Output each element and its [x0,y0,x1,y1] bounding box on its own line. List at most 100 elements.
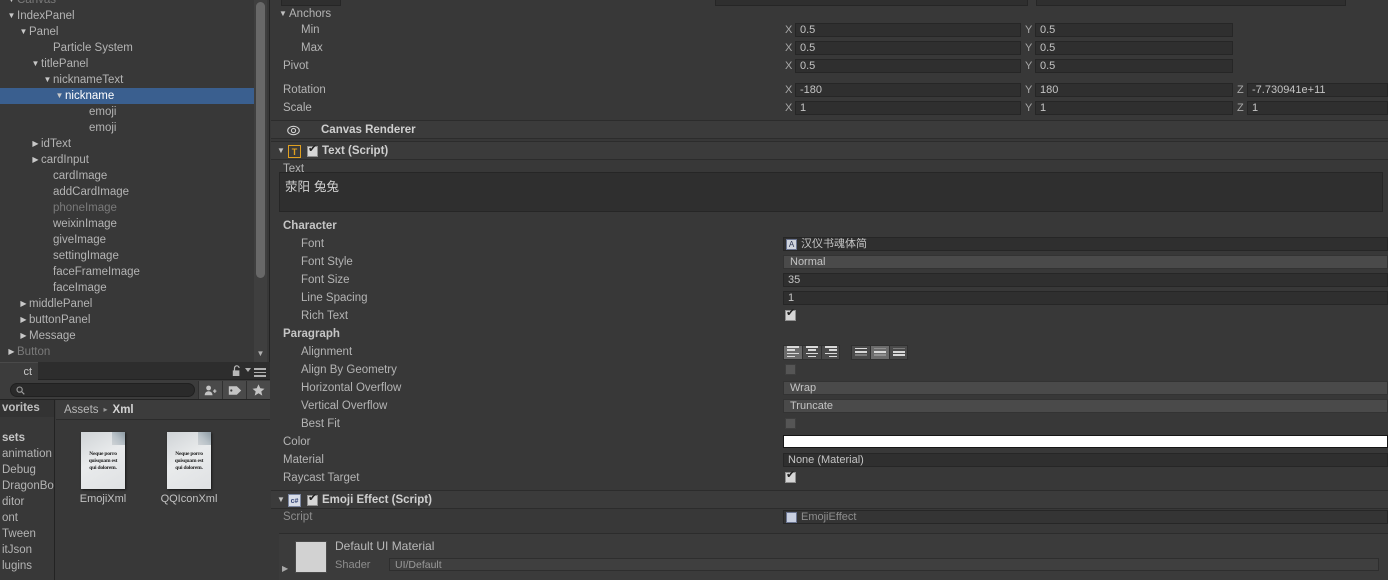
pivot-y-field[interactable]: 0.5 [1035,59,1233,73]
hierarchy-item-faceframeimage[interactable]: faceFrameImage [0,264,255,280]
chevron-down-icon[interactable]: ▼ [18,24,29,40]
hierarchy-item-giveimage[interactable]: giveImage [0,232,255,248]
folder-item-ont[interactable]: ont [0,510,54,526]
hierarchy-item-emoji[interactable]: emoji [0,120,255,136]
hierarchy-item-cardimage[interactable]: cardImage [0,168,255,184]
best-fit-checkbox[interactable] [785,418,796,429]
hierarchy-item-nickname[interactable]: ▼ nickname [0,88,255,104]
align-top-button[interactable] [851,345,870,360]
filter-by-label-button[interactable] [222,381,246,399]
chevron-down-icon[interactable]: ▼ [6,0,17,8]
chevron-down-icon[interactable]: ▼ [54,88,65,104]
align-bottom-button[interactable] [889,345,908,360]
hierarchy-item-cardinput[interactable]: ▶ cardInput [0,152,255,168]
asset-tile[interactable]: Neque porro quisquam est qui dolorem. Emoji… [74,432,132,505]
horizontal-overflow-dropdown[interactable]: Wrap [783,381,1388,395]
chevron-down-icon[interactable]: ▼ [42,72,53,88]
scale-y-field[interactable]: 1 [1035,101,1233,115]
chevron-down-icon[interactable]: ▼ [6,8,17,24]
asset-tile[interactable]: Neque porro quisquam est qui dolorem. QQIco… [160,432,218,505]
font-size-field[interactable]: 35 [783,273,1388,287]
chevron-down-icon[interactable]: ▼ [30,56,41,72]
folder-item-sets[interactable]: sets [0,430,54,446]
vertical-overflow-dropdown[interactable]: Truncate [783,399,1388,413]
folder-item-debug[interactable]: Debug [0,462,54,478]
align-middle-button[interactable] [870,345,889,360]
lock-open-icon[interactable] [232,365,242,377]
hierarchy-item-panel[interactable]: ▼ Panel [0,24,255,40]
chevron-right-icon[interactable]: ▶ [18,296,29,312]
folder-item-dragonbon[interactable]: DragonBon [0,478,54,494]
hierarchy-item-button[interactable]: ▶ Button [0,344,255,360]
min-x-field[interactable]: 0.5 [795,23,1021,37]
component-text-script[interactable]: ▼ T Text (Script) [271,141,1388,160]
favorites-star-button[interactable] [246,381,270,399]
pivot-x-field[interactable]: 0.5 [795,59,1021,73]
hierarchy-item-faceimage[interactable]: faceImage [0,280,255,296]
hierarchy-scrollbar[interactable]: ▼ [254,0,267,362]
hierarchy-item-buttonpanel[interactable]: ▶ buttonPanel [0,312,255,328]
chevron-right-icon[interactable]: ▶ [18,312,29,328]
hierarchy-item-canvas[interactable]: ▼Canvas [0,0,255,8]
folder-item-lugins[interactable]: lugins [0,558,54,574]
filter-by-person-button[interactable] [198,381,222,399]
hierarchy-item-emoji[interactable]: emoji [0,104,255,120]
hierarchy-item-indexpanel[interactable]: ▼ IndexPanel [0,8,255,24]
text-enabled-checkbox[interactable] [307,144,318,157]
alignment-horizontal-group[interactable] [783,345,840,360]
hierarchy-item-titlepanel[interactable]: ▼ titlePanel [0,56,255,72]
chevron-right-icon[interactable]: ▶ [6,344,17,360]
chevron-right-icon[interactable]: ▶ [30,152,41,168]
align-center-button[interactable] [802,345,821,360]
font-field[interactable]: 汉仪书魂体简 [783,237,1388,251]
hierarchy-scrollbar-thumb[interactable] [256,2,265,278]
hierarchy-item-message[interactable]: ▶ Message [0,328,255,344]
tab-project[interactable]: ct [0,362,38,380]
folder-item-tween[interactable]: Tween [0,526,54,542]
scale-x-field[interactable]: 1 [795,101,1021,115]
hierarchy-list[interactable]: ▼Canvas▼IndexPanel▼PanelParticle System▼… [0,0,255,362]
search-field[interactable] [10,383,195,397]
min-y-field[interactable]: 0.5 [1035,23,1233,37]
max-y-field[interactable]: 0.5 [1035,41,1233,55]
rich-text-checkbox[interactable] [785,308,796,321]
emoji-effect-enabled-checkbox[interactable] [307,493,318,506]
folder-item-ditor[interactable]: ditor [0,494,54,510]
component-emoji-effect[interactable]: ▼ c# Emoji Effect (Script) [271,490,1388,509]
material-object-field[interactable]: None (Material) [783,453,1388,467]
font-style-dropdown[interactable]: Normal [783,255,1388,269]
folder-tree-list[interactable]: sets animation Debug DragonBon ditor ont Tween… [0,430,54,574]
hierarchy-item-particle-system[interactable]: Particle System [0,40,255,56]
scale-z-field[interactable]: 1 [1247,101,1388,115]
color-swatch[interactable] [783,435,1388,448]
rotation-y-field[interactable]: 180 [1035,83,1233,97]
hierarchy-item-addcardimage[interactable]: addCardImage [0,184,255,200]
rotation-z-field[interactable]: -7.730941e+11 [1247,83,1388,97]
hierarchy-item-middlepanel[interactable]: ▶ middlePanel [0,296,255,312]
folder-item-animation[interactable]: animation [0,446,54,462]
scroll-down-icon[interactable]: ▼ [255,349,266,358]
hamburger-menu-icon[interactable] [245,366,266,377]
chevron-down-icon-emoji[interactable]: ▼ [277,491,285,509]
search-input[interactable] [28,384,178,396]
line-spacing-field[interactable]: 1 [783,291,1388,305]
chevron-right-icon[interactable]: ▶ [30,136,41,152]
component-canvas-renderer[interactable]: Canvas Renderer [271,120,1388,139]
hierarchy-item-weixinimage[interactable]: weixinImage [0,216,255,232]
shader-value-field[interactable]: UI/Default [389,558,1379,571]
chevron-right-icon[interactable]: ▶ [18,328,29,344]
max-x-field[interactable]: 0.5 [795,41,1021,55]
align-left-button[interactable] [783,345,802,360]
breadcrumb-root[interactable]: Assets [64,400,99,420]
hierarchy-item-nicknametext[interactable]: ▼ nicknameText [0,72,255,88]
hierarchy-item-idtext[interactable]: ▶ idText [0,136,255,152]
align-right-button[interactable] [821,345,840,360]
text-value-textarea[interactable]: 荥阳 兔兔 [279,172,1383,212]
hierarchy-item-settingimage[interactable]: settingImage [0,248,255,264]
align-by-geometry-checkbox[interactable] [785,364,796,375]
folder-item-itjson[interactable]: itJson [0,542,54,558]
raycast-target-checkbox[interactable] [785,470,796,483]
chevron-right-icon-material[interactable]: ▶ [282,564,288,573]
rotation-x-field[interactable]: -180 [795,83,1021,97]
project-folder-tree[interactable]: vorites sets animation Debug DragonBon ditor… [0,400,55,580]
